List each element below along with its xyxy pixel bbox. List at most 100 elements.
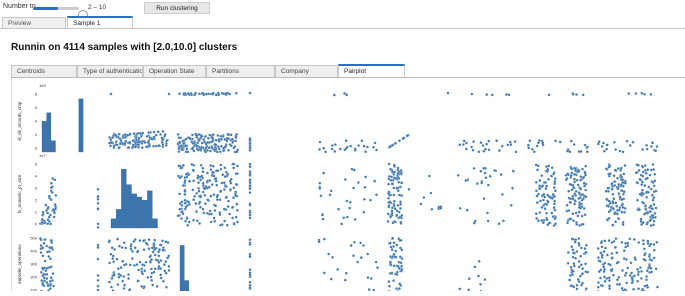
scatter-point [186, 224, 189, 227]
scatter-point [129, 133, 132, 136]
scatter-point [585, 195, 588, 198]
scatter-point [348, 207, 351, 210]
scatter-point [531, 148, 534, 151]
scatter-point [113, 274, 116, 277]
pairplot-cell [605, 163, 658, 227]
pairplot-panel: ill_nb_records_crsp1e902468fs_numeric_pt… [11, 78, 685, 291]
scatter-point [363, 145, 366, 148]
scatter-point [55, 194, 58, 197]
tab-sample-1[interactable]: Sample 1 [67, 16, 133, 28]
pairplot-cell [597, 237, 659, 291]
scatter-point [655, 207, 658, 210]
scatter-point [143, 269, 146, 272]
scatter-point [602, 266, 605, 269]
scatter-point [608, 279, 611, 282]
scatter-point [640, 223, 643, 226]
scatter-point [46, 251, 49, 254]
row-tick-label: 4 [35, 119, 38, 124]
scatter-point [626, 140, 629, 143]
scatter-point [134, 146, 137, 149]
scatter-point [640, 277, 643, 280]
scatter-point [567, 173, 570, 176]
scatter-point [512, 170, 515, 173]
scatter-point [570, 140, 573, 143]
scatter-point [539, 211, 542, 214]
scatter-point [196, 220, 199, 223]
run-clustering-button[interactable]: Run clustering [144, 2, 210, 14]
scatter-point [193, 195, 196, 198]
scatter-point [145, 242, 148, 245]
tab-preview[interactable]: Preview [2, 17, 66, 28]
scatter-point [318, 148, 321, 151]
scatter-point [607, 190, 610, 193]
scatter-point [648, 186, 651, 189]
scatter-point [535, 190, 538, 193]
pairplot-cell [111, 169, 158, 228]
scatter-point [634, 256, 637, 259]
scatter-point [344, 178, 347, 181]
scatter-point [625, 272, 628, 275]
tab-operation-state[interactable]: Operation State [143, 65, 206, 77]
pairplot-cell [388, 92, 449, 149]
cluster-count-slider[interactable] [33, 7, 79, 10]
scatter-point [641, 148, 644, 151]
scatter-point [514, 140, 517, 143]
scatter-point [480, 182, 483, 185]
scatter-point [652, 214, 655, 217]
scatter-point [552, 193, 555, 196]
scatter-point [483, 197, 486, 200]
scatter-point [192, 169, 195, 172]
scatter-point [626, 267, 629, 270]
scatter-point [468, 277, 471, 280]
scatter-point [194, 92, 197, 95]
scatter-point [573, 252, 576, 255]
scatter-point [97, 223, 100, 226]
scatter-point [473, 167, 476, 170]
tab-company[interactable]: Company [275, 65, 338, 77]
scatter-point [399, 200, 402, 203]
scatter-point [322, 147, 325, 150]
scatter-point [249, 274, 252, 277]
scatter-point [108, 281, 111, 284]
scatter-point [584, 165, 587, 168]
scatter-point [606, 144, 609, 147]
scatter-point [249, 268, 252, 271]
scatter-point [619, 196, 622, 199]
scatter-point [188, 137, 191, 140]
scatter-point [249, 184, 252, 187]
scatter-point [150, 268, 153, 271]
row-tick-label: 300 [30, 262, 37, 267]
scatter-point [487, 220, 490, 223]
scatter-point [400, 265, 403, 268]
scatter-point [202, 138, 205, 141]
scatter-point [488, 149, 491, 152]
tab-type-of-authentication[interactable]: Type of authentication [77, 65, 143, 77]
scatter-point [584, 213, 587, 216]
scatter-point [599, 277, 602, 280]
tab-pairplot[interactable]: Pairplot [338, 64, 405, 77]
scatter-point [500, 173, 503, 176]
scatter-point [227, 149, 230, 152]
scatter-point [135, 139, 138, 142]
scatter-point [138, 137, 141, 140]
scatter-point [331, 148, 334, 151]
scatter-point [482, 167, 485, 170]
scatter-point [43, 277, 46, 280]
scatter-point [567, 262, 570, 265]
scatter-point [337, 208, 340, 211]
scatter-point [40, 251, 43, 254]
scatter-point [642, 202, 645, 205]
scatter-point [209, 150, 212, 153]
scatter-point [43, 242, 46, 245]
scatter-point [631, 278, 634, 281]
scatter-point [546, 219, 549, 222]
tab-centroids[interactable]: Centroids [11, 65, 77, 77]
page-title: Runnin on 4114 samples with [2.0,10.0] c… [11, 42, 237, 53]
scatter-point [552, 215, 555, 218]
scatter-point [196, 145, 199, 148]
scatter-point [111, 246, 114, 249]
scatter-point [582, 94, 585, 97]
tab-partitions[interactable]: Partitions [206, 65, 275, 77]
inner-tab-bar: Centroids Type of authentication Operati… [11, 64, 685, 78]
scatter-point [584, 263, 587, 266]
